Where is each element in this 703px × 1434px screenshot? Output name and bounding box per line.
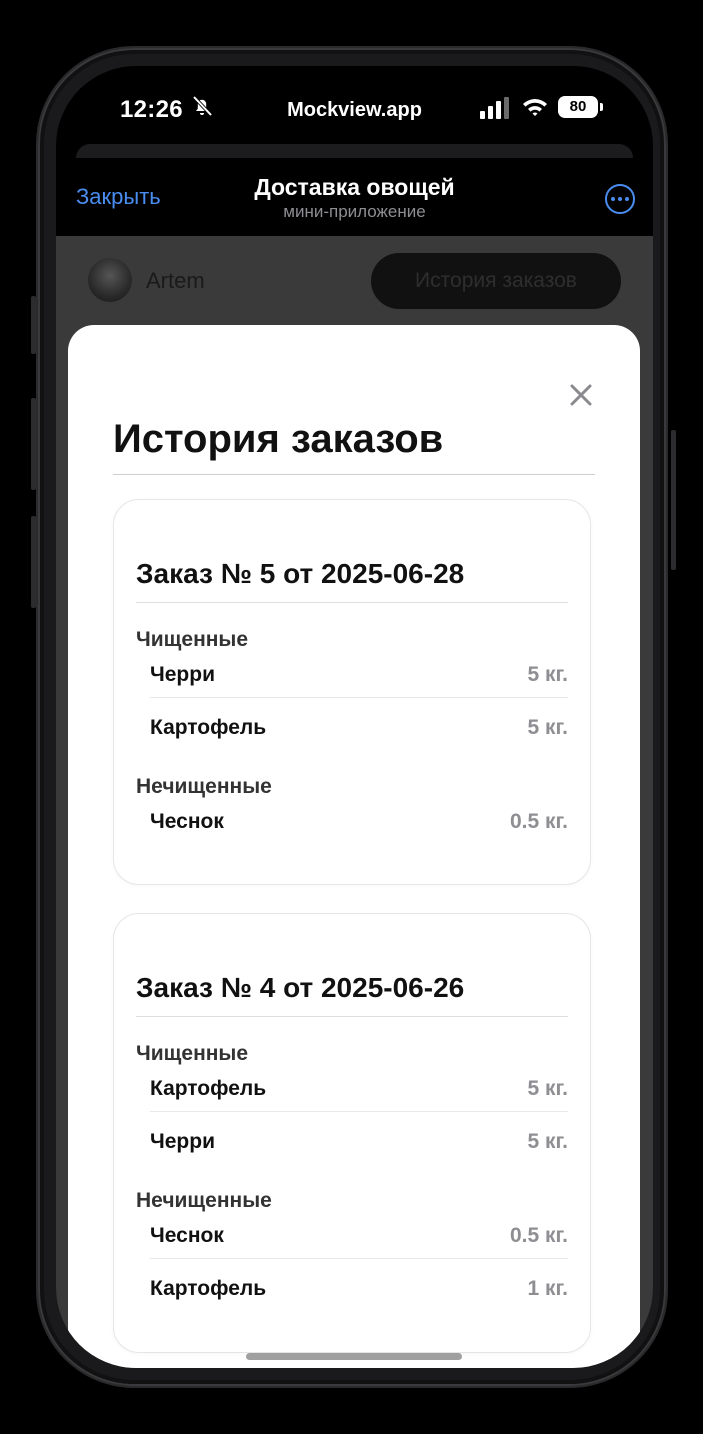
divider xyxy=(150,1258,568,1259)
item-quantity: 1 кг. xyxy=(527,1277,568,1300)
item-name: Картофель xyxy=(150,1277,267,1300)
battery-tip xyxy=(600,103,603,111)
item-quantity: 0.5 кг. xyxy=(509,1224,568,1247)
cellular-signal-icon xyxy=(480,97,509,119)
battery-indicator: 80 xyxy=(558,96,598,118)
order-title: Заказ № 5 от 2025-06-28 xyxy=(136,558,465,589)
home-indicator[interactable] xyxy=(246,1353,462,1360)
divider xyxy=(113,474,595,475)
side-button xyxy=(671,430,676,570)
divider xyxy=(136,1016,568,1017)
item-quantity: 5 кг. xyxy=(527,1077,568,1100)
divider xyxy=(150,697,568,698)
side-button xyxy=(31,296,36,354)
group-label: Чищенные xyxy=(136,1042,249,1065)
divider xyxy=(150,1111,568,1112)
avatar xyxy=(88,258,132,302)
item-quantity: 5 кг. xyxy=(527,663,568,686)
screen: 12:26 Mockview.app 80 Закрыть Доставка о… xyxy=(56,66,653,1368)
modal-title: История заказов xyxy=(113,417,444,461)
list-item: Картофель 1 кг. xyxy=(150,1277,568,1317)
group-label: Чищенные xyxy=(136,628,249,651)
group-label: Нечищенные xyxy=(136,775,272,798)
item-name: Чеснок xyxy=(150,810,224,833)
order-history-modal: История заказов Заказ № 5 от 2025-06-28 … xyxy=(68,325,640,1368)
mini-app-title: Доставка овощей xyxy=(254,174,455,200)
item-quantity: 5 кг. xyxy=(527,1130,568,1153)
item-name: Черри xyxy=(150,663,215,686)
close-icon[interactable] xyxy=(568,382,594,408)
status-bar: 12:26 Mockview.app 80 xyxy=(56,66,653,156)
order-card: Заказ № 5 от 2025-06-28 Чищенные Черри 5… xyxy=(113,499,591,885)
list-item: Черри 5 кг. xyxy=(150,1130,568,1170)
item-name: Картофель xyxy=(150,716,267,739)
list-item: Чеснок 0.5 кг. xyxy=(150,810,568,850)
mini-app-subtitle: мини-приложение xyxy=(283,202,426,221)
order-card: Заказ № 4 от 2025-06-26 Чищенные Картофе… xyxy=(113,913,591,1353)
group-label: Нечищенные xyxy=(136,1189,272,1212)
side-button xyxy=(31,398,36,490)
list-item: Картофель 5 кг. xyxy=(150,716,568,756)
order-title: Заказ № 4 от 2025-06-26 xyxy=(136,972,465,1003)
item-quantity: 0.5 кг. xyxy=(509,810,568,833)
mini-app-header: Закрыть Доставка овощей мини-приложение xyxy=(56,158,653,236)
wifi-icon xyxy=(523,99,547,116)
more-options-icon[interactable] xyxy=(605,184,635,214)
divider xyxy=(136,602,568,603)
item-name: Черри xyxy=(150,1130,215,1153)
side-button xyxy=(31,516,36,608)
item-quantity: 5 кг. xyxy=(527,716,568,739)
item-name: Чеснок xyxy=(150,1224,224,1247)
order-history-button[interactable]: История заказов xyxy=(371,253,621,309)
item-name: Картофель xyxy=(150,1077,267,1100)
username: Artem xyxy=(146,268,205,293)
